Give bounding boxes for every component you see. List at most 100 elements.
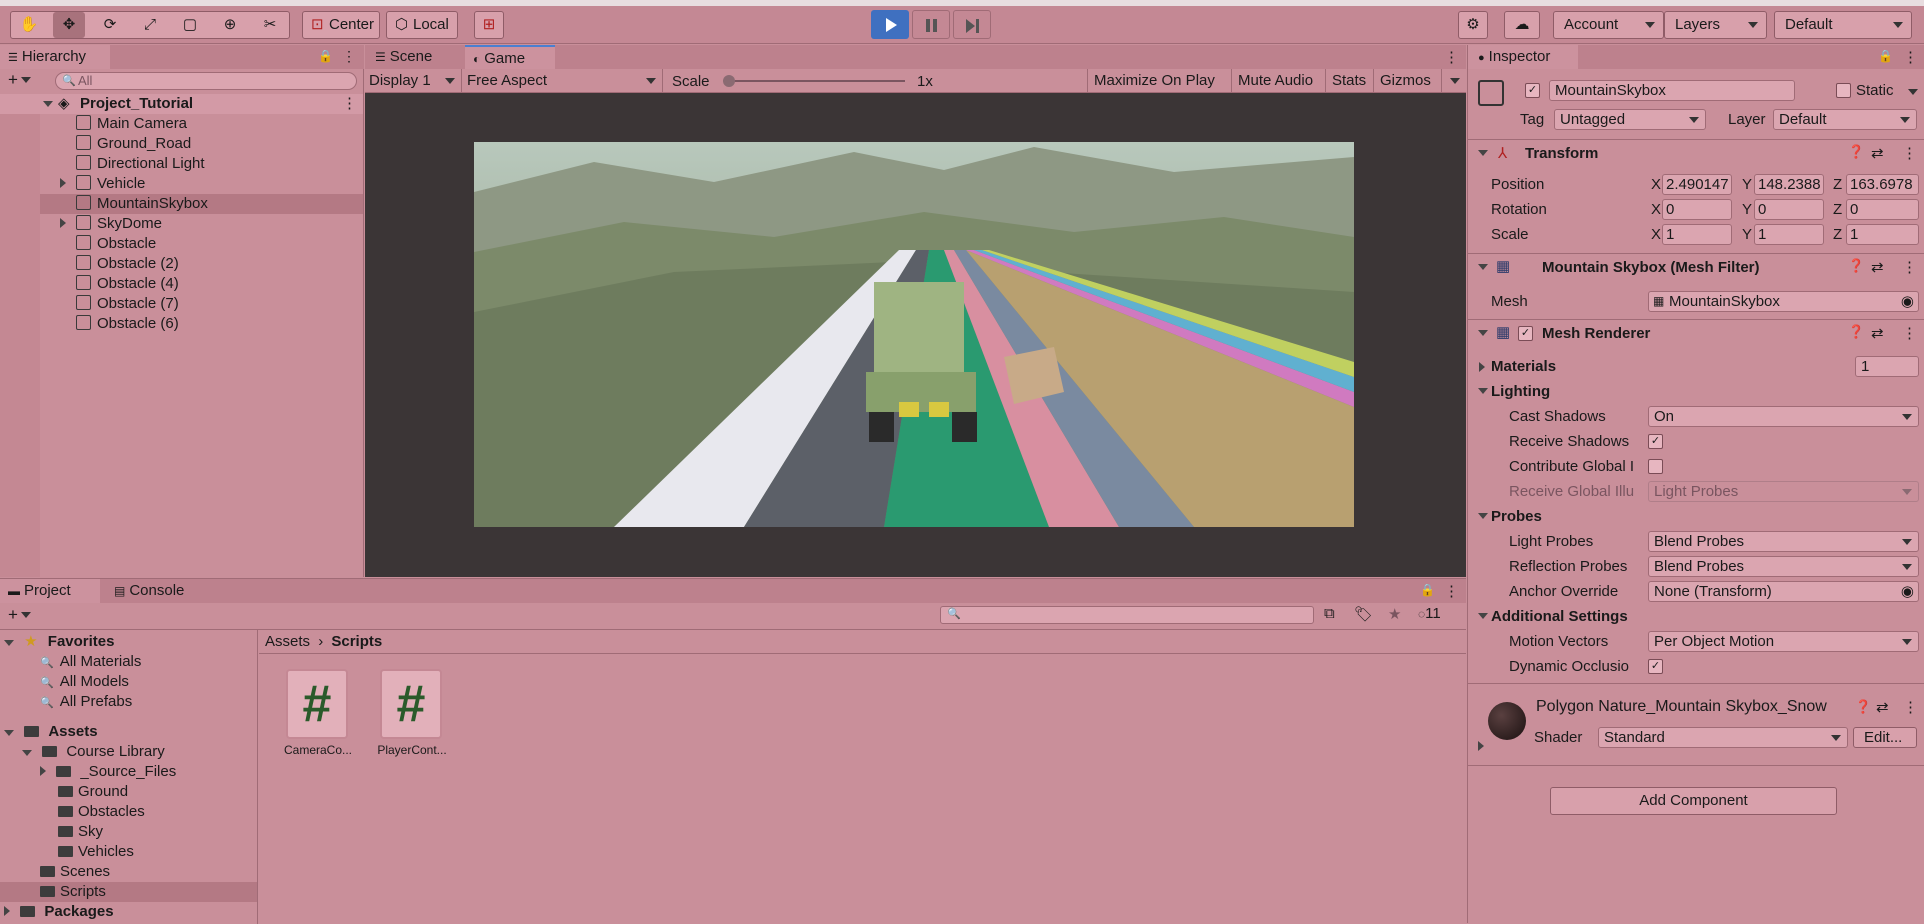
folder-row[interactable]: Scenes (40, 862, 110, 882)
kebab-menu-icon[interactable]: ⋮ (1902, 324, 1917, 342)
reflection-probes-dropdown[interactable]: Blend Probes (1648, 556, 1919, 577)
breadcrumb-scripts[interactable]: Scripts (331, 633, 382, 650)
preset-icon[interactable]: ⇄ (1871, 324, 1884, 342)
object-picker-icon[interactable]: ◉ (1901, 582, 1914, 601)
hierarchy-item[interactable]: Obstacle (76, 234, 156, 254)
hand-tool-icon[interactable]: ✋ (14, 14, 44, 36)
mesh-object-field[interactable]: ▦ MountainSkybox ◉ (1648, 291, 1919, 312)
tab-game[interactable]: ◐ Game (465, 45, 555, 69)
pivot-center-button[interactable]: ⊡ Center (302, 11, 380, 39)
scale-z-field[interactable]: 1 (1846, 224, 1919, 245)
scale-slider-handle[interactable] (723, 75, 735, 87)
help-icon[interactable]: ❓ (1855, 699, 1871, 715)
shader-dropdown[interactable]: Standard (1598, 727, 1848, 748)
chevron-down-icon[interactable] (1908, 89, 1918, 95)
kebab-menu-icon[interactable]: ⋮ (1444, 582, 1459, 600)
mesh-renderer-enabled-checkbox[interactable]: ✓ (1518, 326, 1533, 341)
folder-row-selected[interactable]: Scripts (0, 882, 257, 902)
tab-hierarchy[interactable]: ☰ Hierarchy (0, 45, 110, 69)
pivot-local-button[interactable]: ⬡ Local (386, 11, 458, 39)
scale-y-field[interactable]: 1 (1754, 224, 1824, 245)
receive-shadows-checkbox[interactable]: ✓ (1648, 434, 1663, 449)
help-icon[interactable]: ❓ (1848, 324, 1864, 340)
add-component-button[interactable]: Add Component (1550, 787, 1837, 815)
move-tool-icon[interactable]: ✥ (53, 12, 85, 38)
scale-x-field[interactable]: 1 (1662, 224, 1732, 245)
object-name-field[interactable]: MountainSkybox (1549, 80, 1795, 101)
materials-count-field[interactable]: 1 (1855, 356, 1919, 377)
hierarchy-item[interactable]: SkyDome (60, 214, 162, 234)
contribute-gi-checkbox[interactable] (1648, 459, 1663, 474)
transform-tool-icon[interactable]: ⊕ (215, 14, 245, 36)
cast-shadows-dropdown[interactable]: On (1648, 406, 1919, 427)
help-icon[interactable]: ❓ (1848, 144, 1864, 160)
transform-header[interactable]: ⅄ Transform ❓ ⇄ ⋮ (1468, 140, 1924, 166)
rotation-x-field[interactable]: 0 (1662, 199, 1732, 220)
gizmos-toggle[interactable]: Gizmos (1373, 69, 1437, 93)
hierarchy-add-button[interactable]: + (8, 71, 31, 89)
kebab-menu-icon[interactable]: ⋮ (1902, 258, 1917, 276)
kebab-menu-icon[interactable]: ⋮ (1903, 48, 1918, 66)
help-icon[interactable]: ❓ (1848, 258, 1864, 274)
hidden-packages-toggle[interactable]: ◌11 (1418, 605, 1441, 622)
active-checkbox[interactable]: ✓ (1525, 83, 1540, 98)
gizmos-dropdown-arrow[interactable] (1441, 69, 1466, 93)
folder-row[interactable]: _Source_Files (40, 762, 176, 782)
folder-row[interactable]: Vehicles (58, 842, 134, 862)
dynamic-occlusion-checkbox[interactable]: ✓ (1648, 659, 1663, 674)
position-y-field[interactable]: 148.2388 (1754, 174, 1824, 195)
packages-row[interactable]: Packages (4, 902, 114, 922)
pause-button[interactable] (912, 10, 950, 39)
preset-icon[interactable]: ⇄ (1871, 144, 1884, 162)
hierarchy-item[interactable]: Ground_Road (76, 134, 191, 154)
project-add-button[interactable]: + (8, 606, 31, 624)
filter-by-label-icon[interactable]: 🏷 (1354, 605, 1373, 623)
kebab-menu-icon[interactable]: ⋮ (342, 94, 357, 114)
expand-arrow-icon[interactable] (1478, 741, 1484, 751)
aspect-dropdown[interactable]: Free Aspect (463, 69, 663, 93)
hierarchy-item[interactable]: Obstacle (2) (76, 254, 179, 274)
motion-vectors-dropdown[interactable]: Per Object Motion (1648, 631, 1919, 652)
favorites-row[interactable]: ★ Favorites (4, 632, 115, 652)
favorite-item[interactable]: 🔍 All Materials (40, 652, 141, 672)
tab-console[interactable]: ▤ Console (110, 579, 210, 603)
tab-project[interactable]: ▬ Project (0, 579, 100, 603)
rotation-y-field[interactable]: 0 (1754, 199, 1824, 220)
kebab-menu-icon[interactable]: ⋮ (1444, 48, 1459, 66)
hierarchy-item[interactable]: Obstacle (6) (76, 314, 179, 334)
breadcrumb-assets[interactable]: Assets (265, 633, 310, 650)
lock-icon[interactable]: 🔒 (1420, 583, 1435, 597)
hierarchy-item[interactable]: Obstacle (4) (76, 274, 179, 294)
position-x-field[interactable]: 2.490147 (1662, 174, 1732, 195)
position-z-field[interactable]: 163.6978 (1846, 174, 1919, 195)
kebab-menu-icon[interactable]: ⋮ (1902, 144, 1917, 162)
favorite-star-icon[interactable]: ★ (1388, 605, 1401, 623)
layout-dropdown[interactable]: Default (1774, 11, 1912, 39)
cloud-button[interactable]: ☁ (1504, 11, 1540, 39)
tab-inspector[interactable]: ● Inspector (1468, 45, 1578, 69)
preset-icon[interactable]: ⇄ (1871, 258, 1884, 276)
folder-row[interactable]: Sky (58, 822, 103, 842)
tag-dropdown[interactable]: Untagged (1554, 109, 1706, 130)
account-dropdown[interactable]: Account (1553, 11, 1664, 39)
lock-icon[interactable]: 🔒 (318, 49, 333, 63)
favorite-item[interactable]: 🔍 All Models (40, 672, 129, 692)
hierarchy-item[interactable]: Directional Light (76, 154, 205, 174)
project-search-input[interactable]: 🔍 (940, 606, 1314, 624)
game-render-view[interactable] (474, 142, 1354, 527)
hierarchy-item[interactable]: Main Camera (76, 114, 187, 134)
asset-item[interactable]: # CameraCo... (278, 669, 358, 769)
mesh-renderer-header[interactable]: ▦ ✓ Mesh Renderer ❓ ⇄ ⋮ (1468, 320, 1924, 346)
hierarchy-item-selected[interactable]: MountainSkybox (40, 194, 363, 214)
scale-tool-icon[interactable]: ⤢ (135, 14, 165, 36)
layers-dropdown[interactable]: Layers (1664, 11, 1767, 39)
hierarchy-search-input[interactable]: 🔍 All (55, 72, 357, 90)
hierarchy-item[interactable]: Obstacle (7) (76, 294, 179, 314)
rotate-tool-icon[interactable]: ⟳ (95, 14, 125, 36)
anchor-override-field[interactable]: None (Transform) ◉ (1648, 581, 1919, 602)
mesh-filter-header[interactable]: ▦ Mountain Skybox (Mesh Filter) ❓ ⇄ ⋮ (1468, 254, 1924, 280)
light-probes-dropdown[interactable]: Blend Probes (1648, 531, 1919, 552)
kebab-menu-icon[interactable]: ⋮ (342, 48, 356, 65)
lock-icon[interactable]: 🔒 (1878, 49, 1893, 63)
hierarchy-item[interactable]: Vehicle (60, 174, 145, 194)
